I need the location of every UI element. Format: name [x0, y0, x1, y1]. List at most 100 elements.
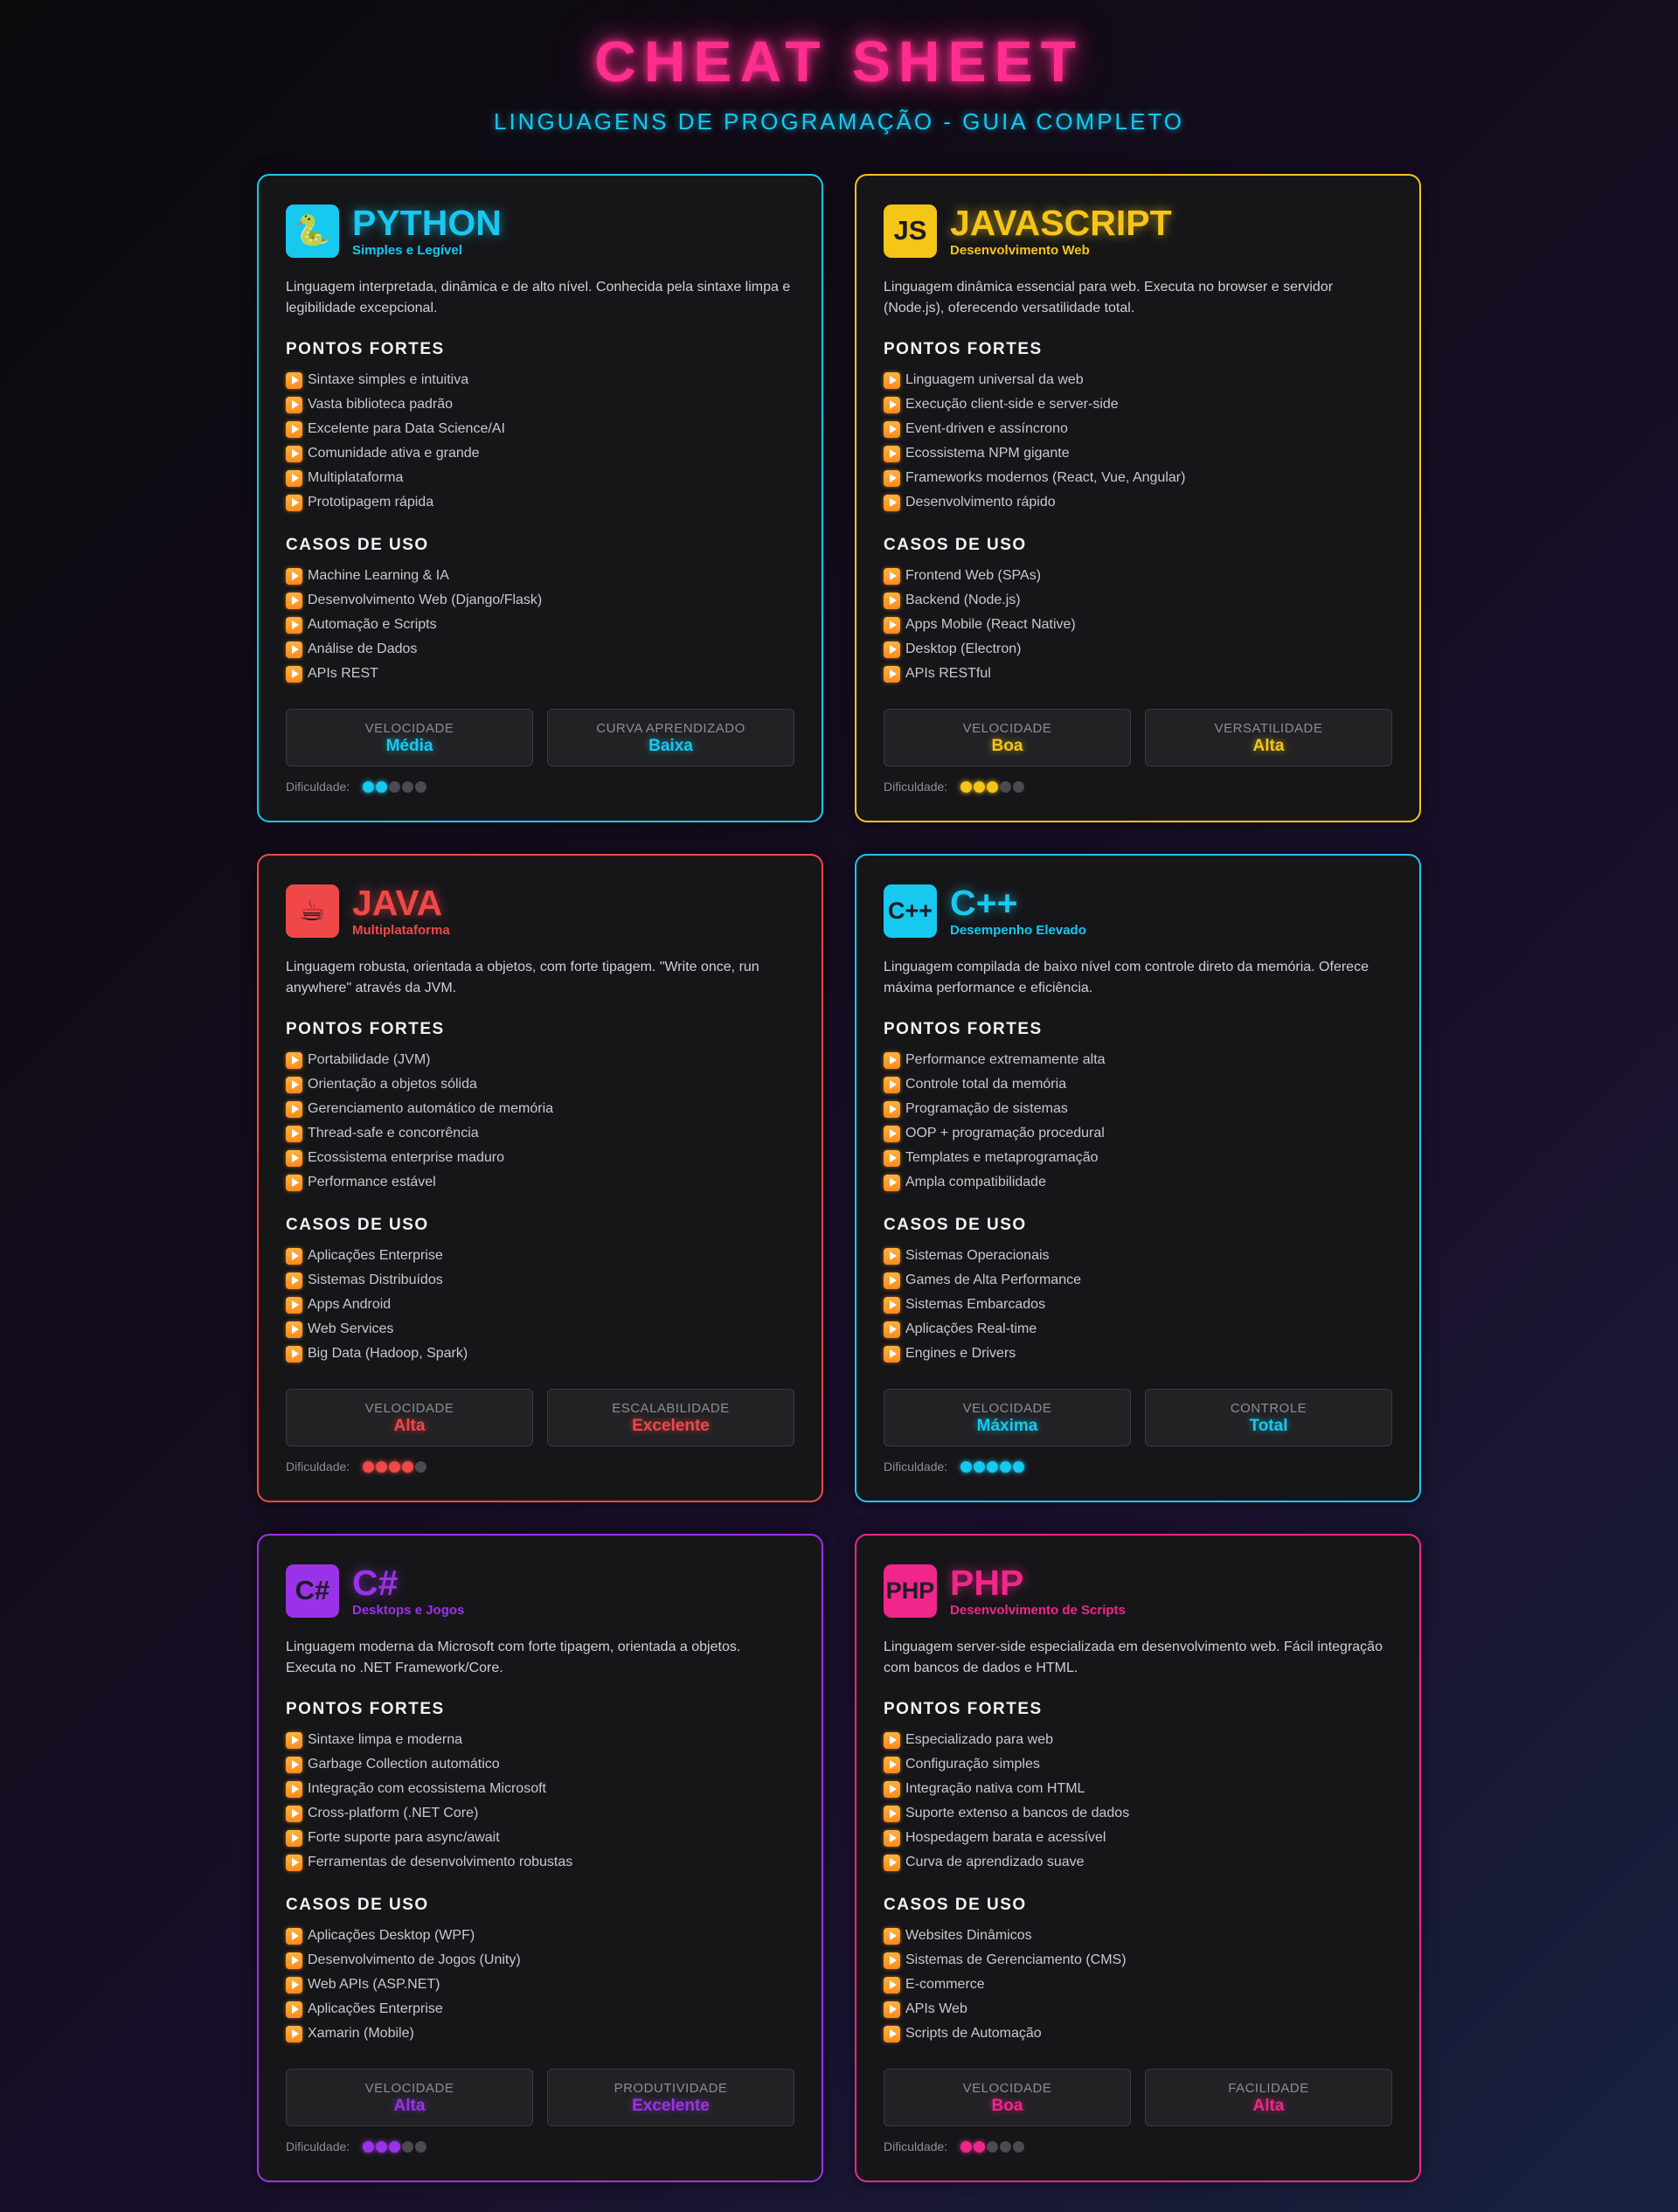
- list-item-text: Vasta biblioteca padrão: [308, 397, 454, 412]
- js-icon: JS: [884, 204, 937, 258]
- list-item-text: Especializado para web: [905, 1732, 1053, 1747]
- use-cases-heading: CASOS DE USO: [884, 536, 1027, 554]
- list-item: Event-driven e assíncrono: [884, 417, 1392, 441]
- play-bullet-icon: [286, 2025, 302, 2042]
- list-item: Frontend Web (SPAs): [884, 564, 1392, 588]
- difficulty-dots: [960, 2140, 1025, 2153]
- language-card-java: ☕ JAVA Multiplataforma Linguagem robusta…: [257, 854, 823, 1502]
- list-item: E-commerce: [884, 1973, 1392, 1997]
- list-item-text: Controle total da memória: [905, 1077, 1067, 1092]
- list-item: Aplicações Desktop (WPF): [286, 1924, 794, 1948]
- language-name: C++: [950, 883, 1018, 923]
- play-bullet-icon: [884, 396, 900, 413]
- list-item-text: Frontend Web (SPAs): [905, 568, 1042, 583]
- play-bullet-icon: [286, 665, 302, 683]
- difficulty-dot: [1013, 2140, 1025, 2153]
- language-description: Linguagem interpretada, dinâmica e de al…: [286, 280, 791, 316]
- list-item-text: Sistemas Embarcados: [905, 1297, 1046, 1312]
- stat-value: Excelente: [632, 2097, 710, 2115]
- list-item-text: Backend (Node.js): [905, 593, 1021, 607]
- stat-box: VELOCIDADE Boa: [884, 2069, 1131, 2126]
- list-item: Apps Android: [286, 1293, 794, 1317]
- stat-value: Baixa: [648, 737, 693, 755]
- language-description: Linguagem compilada de baixo nível com c…: [884, 960, 1369, 995]
- list-item-text: Performance extremamente alta: [905, 1052, 1106, 1067]
- list-item: Aplicações Real-time: [884, 1317, 1392, 1342]
- list-item-text: Execução client-side e server-side: [905, 397, 1119, 412]
- stat-label: VELOCIDADE: [962, 721, 1052, 736]
- list-item: Garbage Collection automático: [286, 1752, 794, 1777]
- difficulty-dot: [987, 780, 999, 793]
- play-bullet-icon: [884, 1272, 900, 1289]
- list-item: Desenvolvimento Web (Django/Flask): [286, 588, 794, 613]
- play-bullet-icon: [884, 445, 900, 462]
- difficulty-dot: [987, 1460, 999, 1473]
- difficulty-dot: [1013, 780, 1025, 793]
- card-title-block: PYTHON Simples e Legível: [352, 204, 502, 258]
- cpp-icon: C++: [884, 884, 937, 938]
- language-description: Linguagem moderna da Microsoft com forte…: [286, 1640, 741, 1675]
- stats-row: VELOCIDADE Máxima CONTROLE Total: [884, 1389, 1392, 1446]
- play-bullet-icon: [884, 2001, 900, 2018]
- stat-box: FACILIDADE Alta: [1145, 2069, 1392, 2126]
- stat-box: VELOCIDADE Alta: [286, 2069, 533, 2126]
- language-name: JAVASCRIPT: [950, 203, 1172, 243]
- list-item: Gerenciamento automático de memória: [286, 1097, 794, 1121]
- language-tagline: Simples e Legível: [352, 243, 462, 258]
- coffee-icon: ☕: [286, 884, 339, 938]
- difficulty-label: Dificuldade:: [286, 780, 350, 794]
- list-item-text: Hospedagem barata e acessível: [905, 1830, 1106, 1845]
- play-bullet-icon: [884, 469, 900, 487]
- use-cases-list: Machine Learning & IA Desenvolvimento Web…: [286, 564, 794, 686]
- list-item-text: OOP + programação procedural: [905, 1126, 1105, 1141]
- play-bullet-icon: [286, 445, 302, 462]
- play-bullet-icon: [884, 567, 900, 585]
- list-item-text: Prototipagem rápida: [308, 495, 434, 510]
- play-bullet-icon: [286, 1149, 302, 1167]
- stat-value: Máxima: [976, 1417, 1038, 1435]
- language-card-javascript: JS JAVASCRIPT Desenvolvimento Web Lingua…: [855, 174, 1421, 822]
- list-item: Integração com ecossistema Microsoft: [286, 1777, 794, 1801]
- list-item-text: Websites Dinâmicos: [905, 1928, 1032, 1943]
- list-item-text: Programação de sistemas: [905, 1101, 1068, 1116]
- difficulty-dot: [960, 780, 973, 793]
- list-item: Desenvolvimento de Jogos (Unity): [286, 1948, 794, 1973]
- list-item: Ampla compatibilidade: [884, 1170, 1392, 1195]
- list-item: Ecossistema NPM gigante: [884, 441, 1392, 466]
- play-bullet-icon: [286, 1805, 302, 1822]
- difficulty-dot: [376, 2140, 388, 2153]
- list-item: Desenvolvimento rápido: [884, 490, 1392, 515]
- play-bullet-icon: [884, 2025, 900, 2042]
- stat-box: VELOCIDADE Média: [286, 709, 533, 766]
- play-bullet-icon: [884, 1756, 900, 1773]
- list-item-text: Desenvolvimento Web (Django/Flask): [308, 593, 543, 607]
- list-item: Sistemas Operacionais: [884, 1244, 1392, 1268]
- stat-label: CONTROLE: [1230, 1401, 1307, 1416]
- play-bullet-icon: [286, 2001, 302, 2018]
- difficulty-dot: [376, 780, 388, 793]
- language-description: Linguagem server-side especializada em d…: [884, 1640, 1383, 1675]
- stats-row: VELOCIDADE Boa FACILIDADE Alta: [884, 2069, 1392, 2126]
- list-item-text: Aplicações Enterprise: [308, 1248, 443, 1263]
- difficulty-row: Dificuldade:: [286, 780, 794, 794]
- list-item-text: Desenvolvimento de Jogos (Unity): [308, 1952, 521, 1967]
- play-bullet-icon: [884, 1321, 900, 1338]
- difficulty-dots: [363, 1460, 427, 1473]
- list-item-text: Performance estável: [308, 1175, 436, 1189]
- difficulty-dot: [415, 780, 427, 793]
- use-cases-heading: CASOS DE USO: [286, 536, 429, 554]
- list-item-text: Garbage Collection automático: [308, 1757, 500, 1772]
- play-bullet-icon: [286, 1927, 302, 1945]
- play-bullet-icon: [286, 616, 302, 634]
- list-item-text: Multiplataforma: [308, 470, 404, 485]
- list-item: Especializado para web: [884, 1728, 1392, 1752]
- difficulty-dot: [1000, 780, 1012, 793]
- list-item: Performance extremamente alta: [884, 1048, 1392, 1072]
- difficulty-dot: [389, 1460, 401, 1473]
- use-cases-list: Frontend Web (SPAs) Backend (Node.js) Apps…: [884, 564, 1392, 686]
- strengths-heading: PONTOS FORTES: [286, 1020, 445, 1038]
- list-item: Thread-safe e concorrência: [286, 1121, 794, 1146]
- play-bullet-icon: [884, 1100, 900, 1118]
- card-title-block: JAVASCRIPT Desenvolvimento Web: [950, 204, 1172, 258]
- stat-value: Alta: [1252, 2097, 1285, 2115]
